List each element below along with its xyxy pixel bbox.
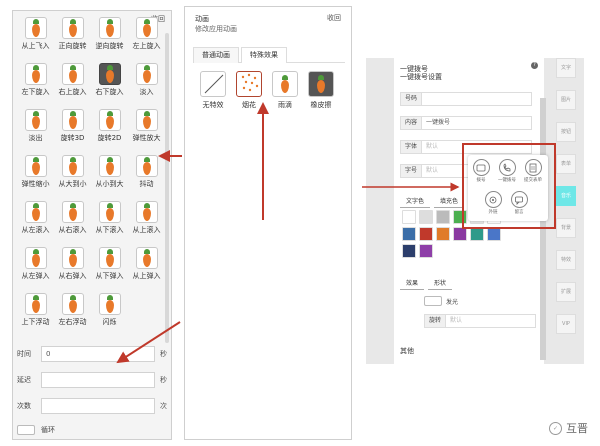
arrow-down-left	[116, 321, 181, 364]
watermark: ✓ 互晋	[549, 420, 588, 436]
logo-icon: ✓	[549, 421, 562, 435]
annotation-arrows	[116, 102, 460, 364]
watermark-text: 互晋	[566, 422, 588, 435]
